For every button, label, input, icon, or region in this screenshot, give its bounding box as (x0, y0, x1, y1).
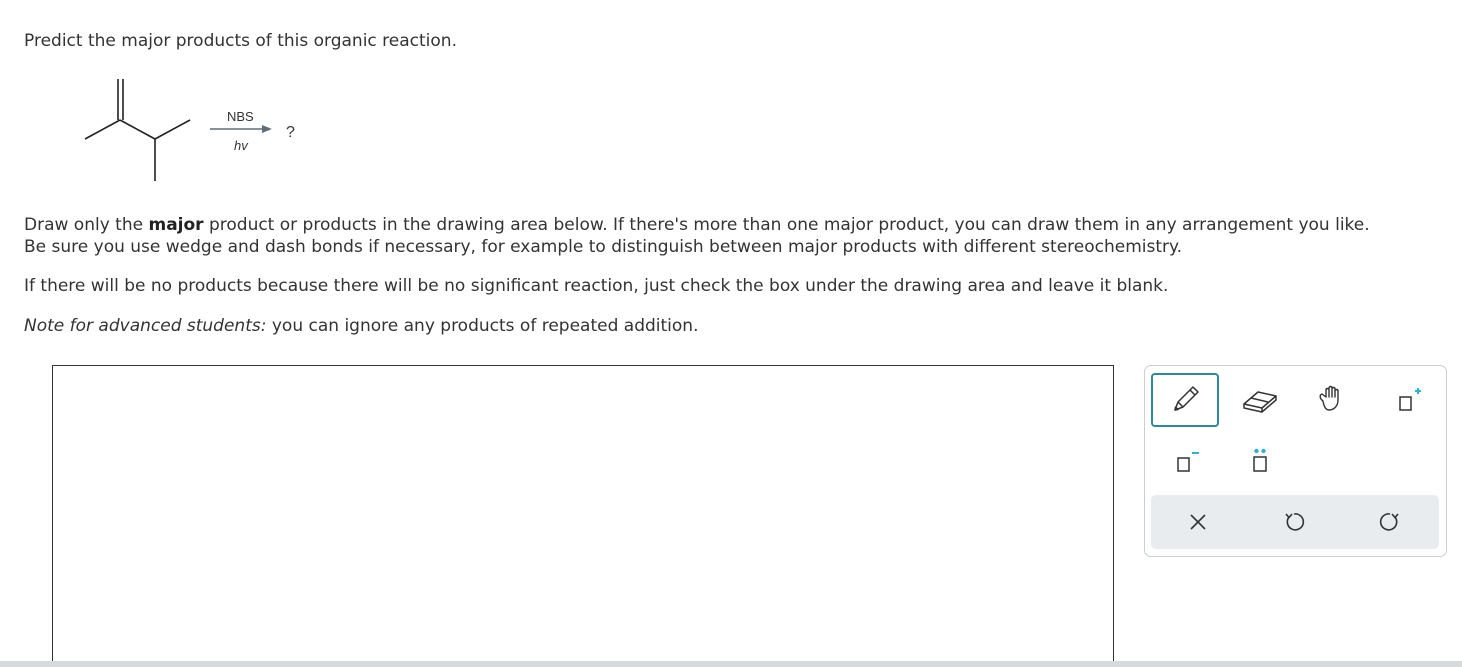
pencil-tool-button[interactable] (1151, 373, 1219, 427)
clear-button[interactable] (1173, 501, 1223, 543)
instruction-emphasis: major (148, 215, 204, 235)
reagent-label: NBS (227, 109, 254, 124)
reaction-arrow (210, 125, 272, 133)
undo-icon (1285, 513, 1305, 531)
undo-button[interactable] (1269, 501, 1319, 543)
advanced-note-label: Note for advanced students: (24, 316, 267, 336)
positive-charge-tool-button[interactable] (1375, 375, 1439, 425)
drawing-canvas[interactable] (52, 365, 1114, 667)
instruction-text: Be sure you use wedge and dash bonds if … (24, 237, 1183, 257)
instruction-paragraph-1: Draw only the major product or products … (24, 214, 1454, 258)
drawing-toolbar (1144, 365, 1447, 557)
hand-icon (1319, 385, 1339, 411)
reaction-scheme: NBS hv ? (80, 75, 320, 185)
product-placeholder: ? (286, 124, 295, 141)
redo-icon (1379, 513, 1399, 531)
instruction-text: product or products in the drawing area … (203, 215, 1370, 235)
instructions: Draw only the major product or products … (24, 214, 1454, 337)
eraser-tool-button[interactable] (1228, 375, 1292, 425)
hand-tool-button[interactable] (1302, 375, 1366, 425)
condition-label: hv (234, 138, 249, 153)
lone-pair-icon (1253, 448, 1267, 472)
instruction-text: Draw only the (24, 215, 149, 235)
negative-charge-icon (1177, 452, 1199, 472)
reactant-structure (84, 79, 191, 181)
lone-pair-tool-button[interactable] (1228, 436, 1292, 486)
positive-charge-icon (1399, 388, 1421, 411)
eraser-icon (1243, 391, 1277, 413)
negative-charge-tool-button[interactable] (1153, 436, 1217, 486)
question-page: Predict the major products of this organ… (0, 0, 1462, 667)
redo-button[interactable] (1365, 501, 1415, 543)
instruction-text: you can ignore any products of repeated … (266, 316, 699, 336)
question-title: Predict the major products of this organ… (24, 31, 457, 51)
instruction-paragraph-3: Note for advanced students: you can igno… (24, 315, 1454, 337)
action-bar (1151, 495, 1439, 549)
clear-icon (1190, 514, 1206, 530)
instruction-paragraph-2: If there will be no products because the… (24, 276, 1169, 296)
bottom-scroll-edge (0, 661, 1462, 667)
pencil-icon (1174, 386, 1199, 411)
